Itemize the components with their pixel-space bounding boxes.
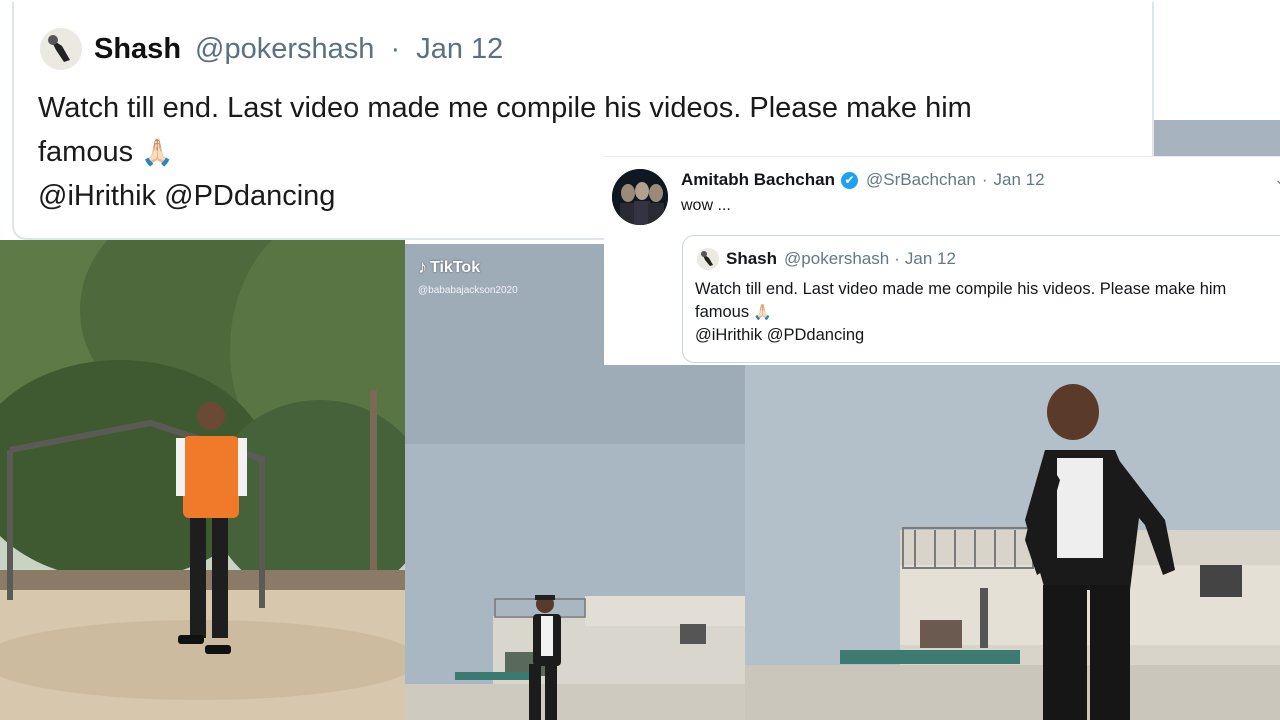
avatar bbox=[697, 248, 719, 270]
chevron-down-icon[interactable]: ⌄ bbox=[1274, 171, 1280, 188]
avatar-image bbox=[40, 28, 82, 70]
composite-image: ♪ TikTok @bababajackson2020 Shash @poker… bbox=[0, 0, 1280, 720]
tweet-text-famous: famous bbox=[38, 136, 134, 168]
quoted-author-name: Shash bbox=[726, 249, 778, 268]
verified-badge-icon: ✔ bbox=[840, 171, 858, 189]
tweet-header: Amitabh Bachchan ✔ @SrBachchan · Jan 12 bbox=[681, 170, 1045, 190]
tweet-header: Shash @pokershash · Jan 12 bbox=[40, 28, 503, 70]
quoted-text-famous: famous bbox=[695, 303, 750, 321]
folded-hands-emoji-icon: 🙏🏻 bbox=[141, 137, 174, 167]
tweet-date[interactable]: Jan 12 bbox=[416, 33, 503, 65]
mention-link[interactable]: @iHrithik bbox=[695, 326, 762, 344]
author-handle[interactable]: @SrBachchan bbox=[866, 170, 976, 190]
tiktok-note-icon: ♪ bbox=[418, 257, 427, 277]
avatar-image bbox=[612, 169, 668, 225]
meta-separator: · bbox=[894, 249, 900, 268]
tiktok-logo: ♪ TikTok bbox=[418, 257, 480, 278]
avatar[interactable] bbox=[612, 169, 668, 225]
tweet-text: wow ... bbox=[681, 197, 731, 214]
tweet-date[interactable]: Jan 12 bbox=[994, 170, 1045, 190]
quoted-text-line-2: famous 🙏🏻 bbox=[695, 301, 1280, 324]
video-frame-garden[interactable] bbox=[0, 240, 405, 720]
quoted-author-handle: @pokershash bbox=[784, 249, 890, 268]
tweet-meta: @pokershash · Jan 12 bbox=[195, 33, 503, 66]
folded-hands-emoji-icon: 🙏🏻 bbox=[753, 304, 772, 321]
mention-link[interactable]: @iHrithik bbox=[38, 180, 156, 212]
tiktok-user-handle: @bababajackson2020 bbox=[418, 285, 518, 296]
garden-scene-image bbox=[0, 240, 405, 720]
avatar[interactable] bbox=[40, 28, 82, 70]
tiktok-wordmark: TikTok bbox=[430, 258, 481, 276]
quoted-tweet-date: Jan 12 bbox=[904, 249, 956, 268]
author-handle[interactable]: @pokershash bbox=[195, 33, 374, 65]
quoted-tweet-header: Shash @pokershash · Jan 12 bbox=[697, 248, 956, 270]
author-name[interactable]: Amitabh Bachchan bbox=[681, 170, 835, 190]
avatar-image bbox=[697, 248, 719, 270]
quoted-tweet[interactable]: Shash @pokershash · Jan 12 Watch till en… bbox=[682, 235, 1280, 363]
meta-separator: · bbox=[390, 32, 401, 65]
meta-separator: · bbox=[981, 170, 988, 189]
tweet-text-line-1: Watch till end. Last video made me compi… bbox=[38, 92, 972, 124]
quoted-tweet-text: Watch till end. Last video made me compi… bbox=[695, 278, 1280, 347]
mention-link[interactable]: @PDdancing bbox=[164, 180, 335, 212]
quoted-mentions: @iHrithik @PDdancing bbox=[695, 324, 1280, 347]
quoted-text-line-1: Watch till end. Last video made me compi… bbox=[695, 280, 1227, 298]
tweet-card-amitabh[interactable]: Amitabh Bachchan ✔ @SrBachchan · Jan 12 … bbox=[604, 156, 1280, 365]
author-name[interactable]: Shash bbox=[94, 33, 181, 66]
mention-link[interactable]: @PDdancing bbox=[767, 326, 864, 344]
